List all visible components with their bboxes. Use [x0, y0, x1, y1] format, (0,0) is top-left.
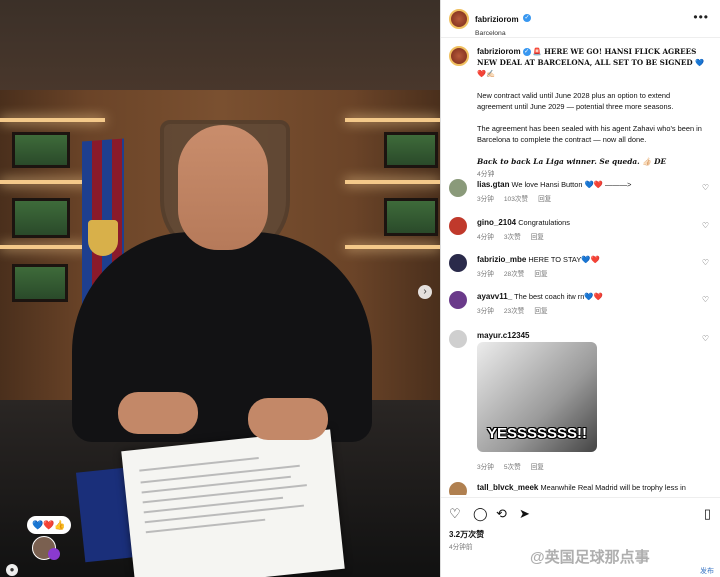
gif-image[interactable]: YESSSSSSS!!	[477, 342, 597, 452]
comment-time: 3分钟	[477, 271, 494, 278]
left-hand	[118, 392, 198, 434]
heart-icon[interactable]: ♡	[449, 506, 461, 522]
verified-icon: ✓	[523, 13, 532, 22]
heart-icon[interactable]: ♡	[702, 334, 709, 343]
comment-likes[interactable]: 103次赞	[504, 196, 528, 203]
watermark-sub: 发布	[700, 568, 714, 575]
commenter-avatar[interactable]	[449, 482, 467, 495]
right-hand	[248, 398, 328, 440]
comment-time: 3分钟	[477, 196, 494, 203]
post-time: 4分钟前	[449, 544, 473, 551]
likes-count[interactable]: 3.2万次赞	[449, 529, 484, 540]
caption-avatar[interactable]	[449, 46, 469, 66]
commenter-username[interactable]: lias.gtan	[477, 180, 509, 189]
comment-time: 4分钟	[477, 234, 494, 241]
post-photo: › 💙❤️👍 ●	[0, 0, 440, 577]
caption-paragraph: Back to back La Liga winner. Se queda. 👍…	[477, 157, 667, 166]
heart-icon[interactable]: ♡	[702, 258, 709, 267]
reply-button[interactable]: 回复	[531, 464, 544, 471]
caption-paragraph: The agreement has been sealed with his a…	[477, 124, 702, 144]
caption-username[interactable]: fabriziorom	[477, 47, 521, 56]
comment-time: 3分钟	[477, 464, 494, 471]
comments-scroll[interactable]: fabriziorom ✓ 🚨 HERE WE GO! HANSI FLICK …	[441, 40, 720, 495]
commenter-username[interactable]: fabrizio_mbe	[477, 255, 526, 264]
person-sweater	[72, 232, 372, 442]
author-avatar[interactable]	[449, 9, 469, 29]
heart-icon[interactable]: ♡	[702, 295, 709, 304]
commenter-avatar[interactable]	[449, 254, 467, 272]
heart-icon[interactable]: ♡	[702, 183, 709, 192]
gif-caption: YESSSSSSS!!	[486, 425, 588, 442]
shelf-light	[0, 118, 105, 122]
commenter-username[interactable]: tall_blvck_meek	[477, 483, 538, 492]
badge-icon	[48, 548, 60, 560]
commenter-avatar[interactable]	[449, 179, 467, 197]
comment-likes[interactable]: 28次赞	[504, 271, 525, 278]
person-head	[178, 125, 268, 250]
reply-button[interactable]: 回复	[538, 196, 551, 203]
heart-icon[interactable]: ♡	[702, 221, 709, 230]
comment-text: We love Hansi Button 💙❤️ ———>	[511, 180, 632, 189]
shelf-light	[345, 245, 440, 249]
contract-paper	[121, 429, 345, 577]
watermark: @英国足球那点事	[530, 549, 650, 566]
shelf-light	[345, 118, 440, 122]
comment-likes[interactable]: 5次赞	[504, 464, 521, 471]
author-info: fabriziorom ✓ Barcelona	[475, 9, 532, 37]
post-header: fabriziorom ✓ Barcelona •••	[441, 0, 720, 38]
shelf-light	[0, 180, 95, 184]
reply-button[interactable]: 回复	[534, 308, 547, 315]
flag-crest	[88, 220, 118, 256]
action-bar: ♡ ◯ ⟲ ➤ ▯	[441, 497, 720, 527]
commenter-username[interactable]: mayur.c12345	[477, 331, 530, 340]
reply-button[interactable]: 回复	[534, 271, 547, 278]
photo-frame	[12, 198, 70, 238]
commenter-username[interactable]: ayavv11_	[477, 292, 512, 301]
post-panel: fabriziorom ✓ Barcelona ••• fabriziorom …	[440, 0, 720, 577]
comment-text: Meanwhile Real Madrid will be trophy les…	[540, 483, 686, 492]
shelf-light	[0, 245, 90, 249]
comment-time: 3分钟	[477, 308, 494, 315]
reply-button[interactable]: 回复	[531, 234, 544, 241]
photo-frame	[384, 198, 438, 236]
photo-frame	[12, 264, 68, 302]
verified-icon: ✓	[522, 48, 531, 57]
comment-text: Congratulations	[518, 218, 570, 227]
comment-likes[interactable]: 23次赞	[504, 308, 525, 315]
caption: fabriziorom ✓ 🚨 HERE WE GO! HANSI FLICK …	[477, 46, 705, 180]
repost-icon[interactable]: ⟲	[496, 506, 507, 522]
comment-icon[interactable]: ◯	[473, 506, 488, 522]
share-icon[interactable]: ➤	[519, 506, 530, 522]
photo-frame	[384, 132, 438, 168]
chevron-right-icon[interactable]: ›	[418, 285, 432, 299]
commenter-avatar[interactable]	[449, 217, 467, 235]
comment-likes[interactable]: 3次赞	[504, 234, 521, 241]
user-icon[interactable]: ●	[6, 564, 18, 576]
comment-text: HERE TO STAY💙❤️	[528, 255, 600, 264]
post-location[interactable]: Barcelona	[475, 30, 531, 37]
commenter-username[interactable]: gino_2104	[477, 218, 516, 227]
comment-text: The best coach itw rn💙❤️	[514, 292, 603, 301]
bookmark-icon[interactable]: ▯	[704, 506, 711, 522]
commenter-avatar[interactable]	[449, 330, 467, 348]
comment: mayur.c12345 YESSSSSSS!! 3分钟 5次赞 回复 ♡	[449, 330, 715, 471]
photo-frame	[12, 132, 70, 168]
author-username[interactable]: fabriziorom	[475, 15, 519, 24]
more-options-icon[interactable]: •••	[693, 10, 709, 24]
shelf-light	[345, 180, 440, 184]
caption-paragraph: New contract valid until June 2028 plus …	[477, 91, 674, 111]
reaction-bubble[interactable]: 💙❤️👍	[27, 516, 71, 534]
commenter-avatar[interactable]	[449, 291, 467, 309]
caption-time: 4分钟	[477, 171, 495, 178]
